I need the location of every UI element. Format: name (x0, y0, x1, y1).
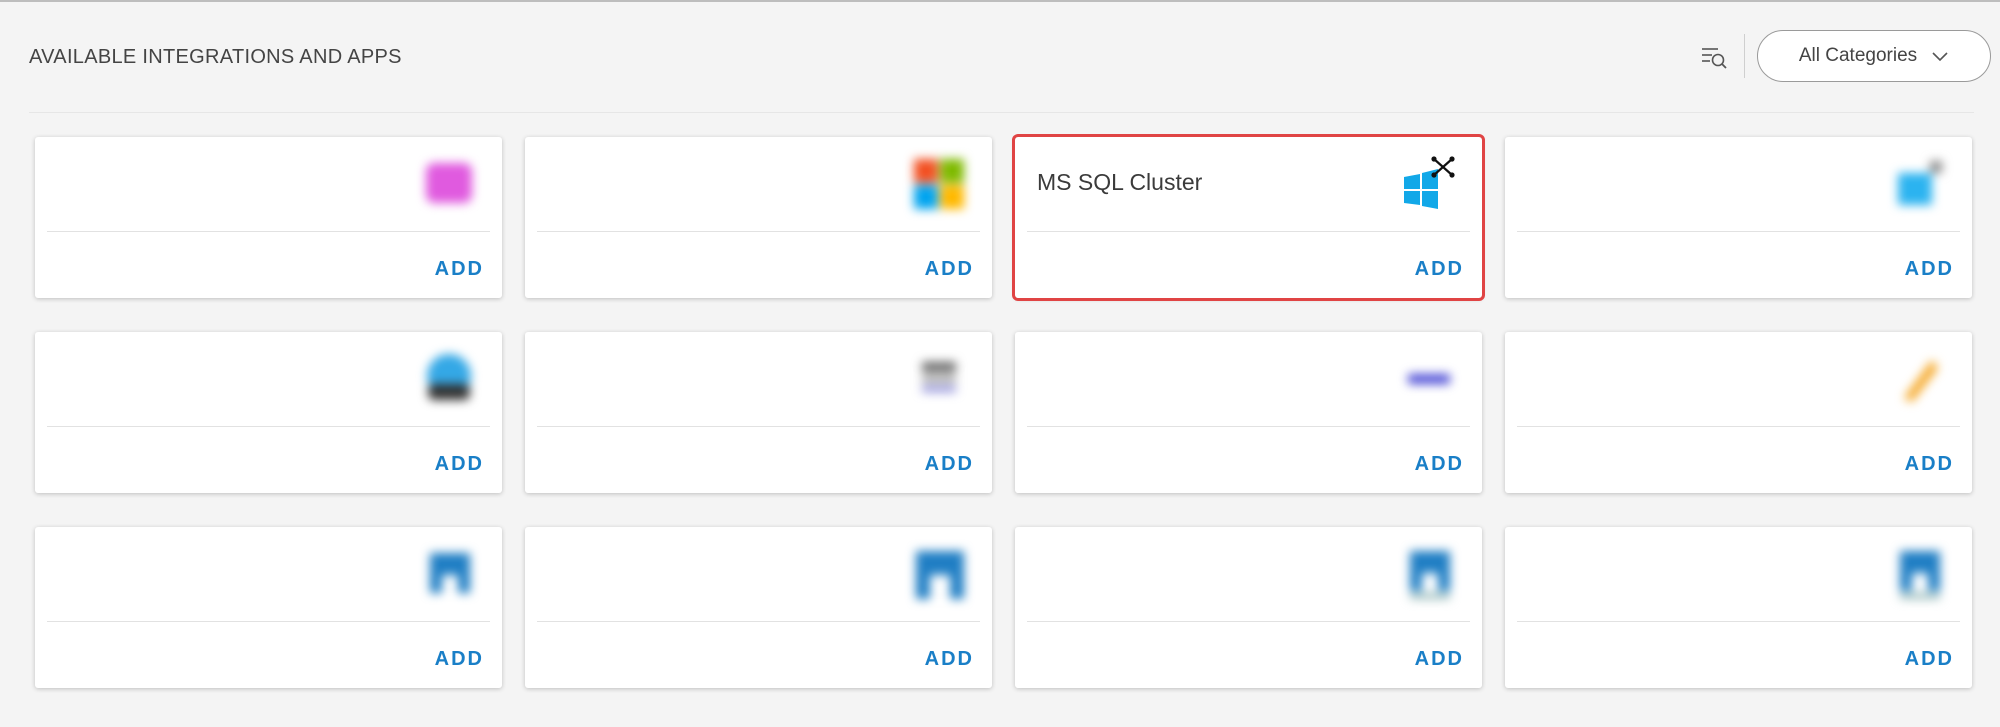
integration-card[interactable]: ADD (525, 332, 992, 493)
integration-card[interactable]: ADD (35, 332, 502, 493)
integration-card[interactable]: ADD (35, 527, 502, 688)
netapp-logo (1400, 545, 1458, 603)
add-button[interactable]: ADD (925, 258, 974, 281)
header-separator (1744, 34, 1745, 78)
add-button[interactable]: ADD (1905, 258, 1954, 281)
integration-card[interactable]: ADD (525, 527, 992, 688)
netapp-logo (910, 545, 968, 603)
orange-feather-logo (1890, 350, 1948, 408)
add-button[interactable]: ADD (435, 258, 484, 281)
integrations-grid: ADD ADD MS SQL Cluster ADD ADD ADD ADD A… (35, 134, 1972, 688)
card-divider (537, 426, 980, 427)
category-select-value: All Categories (1798, 45, 1918, 66)
pink-app-logo (420, 155, 478, 213)
card-divider (537, 621, 980, 622)
card-divider (1517, 426, 1960, 427)
card-divider (1517, 621, 1960, 622)
integration-card[interactable]: ADD (1015, 332, 1482, 493)
header-divider (29, 112, 1974, 113)
blue-globe-logo (420, 350, 478, 408)
add-button[interactable]: ADD (435, 648, 484, 671)
netapp-logo (420, 545, 478, 603)
search-list-icon[interactable] (1700, 44, 1728, 70)
card-divider (47, 231, 490, 232)
integration-card[interactable]: ADD (35, 137, 502, 298)
card-divider (537, 231, 980, 232)
card-divider (47, 621, 490, 622)
windows-cluster-logo (1400, 155, 1458, 213)
integration-card[interactable]: ADD (1505, 332, 1972, 493)
integration-card-ms-sql-cluster[interactable]: MS SQL Cluster ADD (1012, 134, 1485, 301)
add-button[interactable]: ADD (435, 453, 484, 476)
add-button[interactable]: ADD (1415, 258, 1464, 281)
card-divider (1027, 426, 1470, 427)
integration-card[interactable]: ADD (1015, 527, 1482, 688)
card-divider (1517, 231, 1960, 232)
add-button[interactable]: ADD (1905, 453, 1954, 476)
grey-device-logo (910, 350, 968, 408)
card-divider (1027, 621, 1470, 622)
page-title: AVAILABLE INTEGRATIONS AND APPS (29, 46, 402, 68)
windows-logo (1890, 155, 1948, 213)
nec-logo (1400, 350, 1458, 408)
add-button[interactable]: ADD (1905, 648, 1954, 671)
integration-card[interactable]: ADD (1505, 137, 1972, 298)
chevron-down-icon (1932, 52, 1948, 62)
card-divider (1027, 231, 1470, 232)
card-title: MS SQL Cluster (1037, 169, 1203, 195)
microsoft-logo (910, 155, 968, 213)
add-button[interactable]: ADD (1415, 453, 1464, 476)
top-border (0, 0, 2000, 2)
netapp-logo (1890, 545, 1948, 603)
add-button[interactable]: ADD (1415, 648, 1464, 671)
add-button[interactable]: ADD (925, 453, 974, 476)
add-button[interactable]: ADD (925, 648, 974, 671)
card-divider (47, 426, 490, 427)
integration-card[interactable]: ADD (1505, 527, 1972, 688)
integration-card[interactable]: ADD (525, 137, 992, 298)
category-select[interactable]: All Categories (1757, 30, 1991, 82)
